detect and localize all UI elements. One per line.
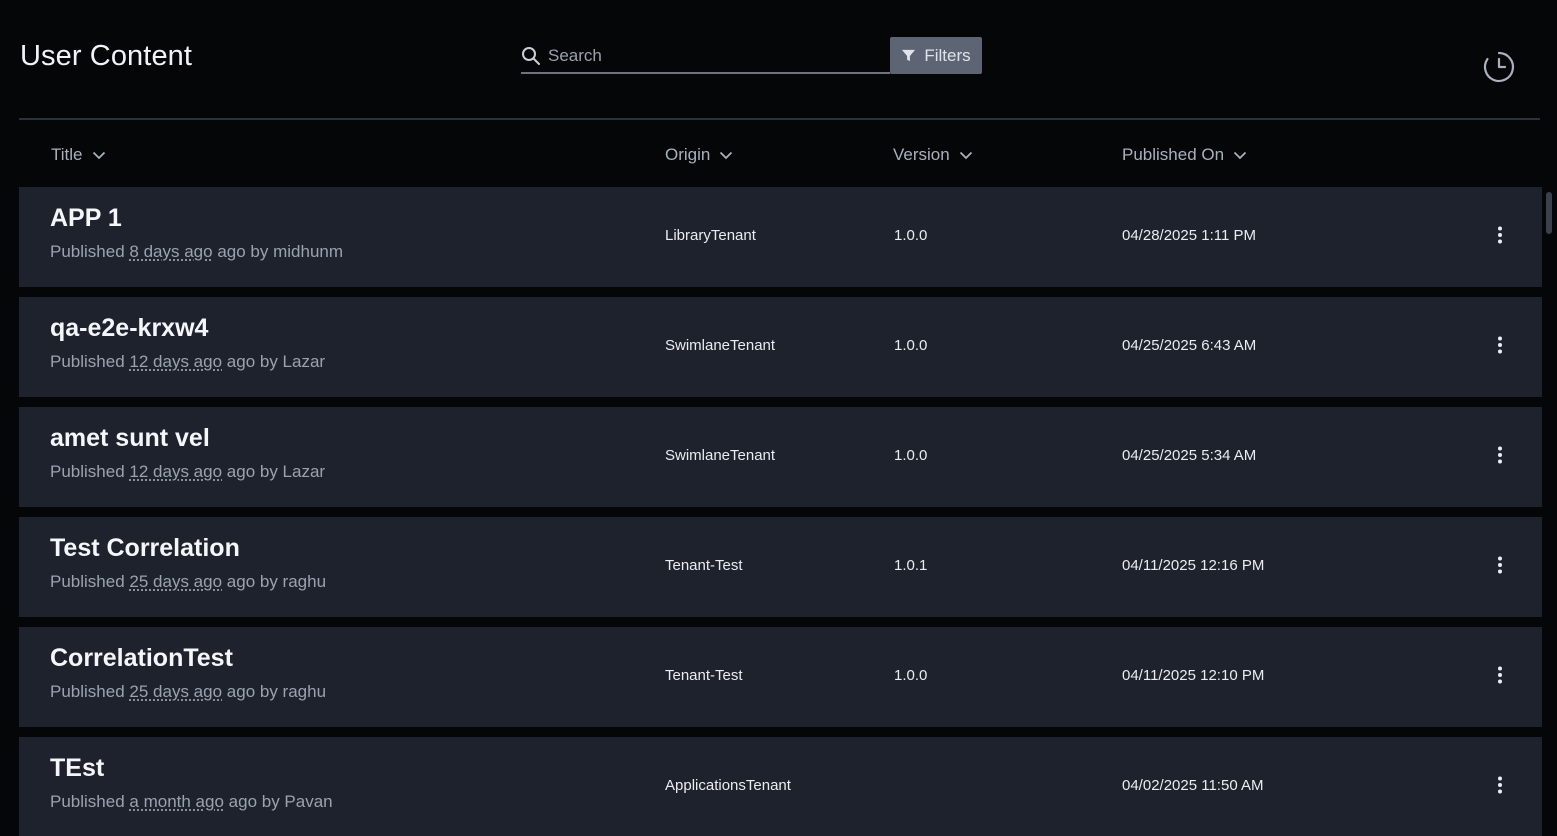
content-row[interactable]: TEst Published a month ago ago by Pavan … [19, 737, 1542, 836]
row-version: 1.0.0 [894, 227, 928, 244]
search-icon [522, 47, 540, 65]
more-vertical-icon [1498, 226, 1502, 244]
filters-button[interactable]: Filters [890, 37, 982, 74]
published-by: ago by Lazar [226, 462, 326, 481]
scrollbar-thumb[interactable] [1546, 192, 1552, 234]
row-origin: SwimlaneTenant [665, 447, 776, 464]
history-button[interactable] [1481, 49, 1517, 85]
user-content-page: User Content Filters Title Origin [0, 0, 1557, 836]
chevron-down-icon [720, 151, 733, 160]
row-origin: ApplicationsTenant [665, 777, 791, 794]
more-vertical-icon [1498, 666, 1502, 684]
published-prefix: Published [50, 242, 125, 261]
more-vertical-icon [1498, 556, 1502, 574]
content-row[interactable]: amet sunt vel Published 12 days ago ago … [19, 407, 1542, 507]
row-published-on: 04/25/2025 5:34 AM [1122, 447, 1257, 464]
published-prefix: Published [50, 682, 125, 701]
page-header: User Content Filters [0, 0, 1557, 118]
row-menu-button[interactable] [1489, 444, 1511, 466]
row-published-info: Published 25 days ago ago by raghu [50, 682, 326, 702]
search-box[interactable] [521, 40, 890, 74]
published-relative-time: 12 days ago [129, 352, 223, 371]
content-list: APP 1 Published 8 days ago ago by midhun… [19, 187, 1542, 836]
row-menu-button[interactable] [1489, 664, 1511, 686]
published-relative-time: 25 days ago [129, 682, 223, 701]
row-version: 1.0.1 [894, 557, 928, 574]
column-header-title[interactable]: Title [51, 143, 106, 167]
row-title[interactable]: APP 1 [50, 204, 122, 233]
row-published-info: Published 12 days ago ago by Lazar [50, 462, 325, 482]
column-header-version-label: Version [893, 145, 950, 164]
header-divider [19, 118, 1540, 120]
content-row[interactable]: CorrelationTest Published 25 days ago ag… [19, 627, 1542, 727]
row-title[interactable]: TEst [50, 754, 104, 783]
row-published-on: 04/11/2025 12:16 PM [1122, 557, 1265, 574]
chevron-down-icon [92, 151, 105, 160]
history-clock-icon [1483, 51, 1515, 83]
chevron-down-icon [959, 151, 972, 160]
row-version: 1.0.0 [894, 667, 928, 684]
row-published-info: Published 25 days ago ago by raghu [50, 572, 326, 592]
content-row[interactable]: qa-e2e-krxw4 Published 12 days ago ago b… [19, 297, 1542, 397]
column-header-published-on-label: Published On [1122, 145, 1225, 164]
row-title[interactable]: qa-e2e-krxw4 [50, 314, 208, 343]
column-header-origin[interactable]: Origin [665, 143, 733, 167]
published-by: ago by raghu [226, 682, 327, 701]
filter-icon [902, 49, 916, 62]
more-vertical-icon [1498, 446, 1502, 464]
row-title[interactable]: CorrelationTest [50, 644, 233, 673]
column-header-version[interactable]: Version [893, 143, 973, 167]
row-menu-button[interactable] [1489, 774, 1511, 796]
search-input[interactable] [548, 44, 878, 68]
published-prefix: Published [50, 572, 125, 591]
published-by: ago by midhunm [217, 242, 344, 261]
row-published-on: 04/02/2025 11:50 AM [1122, 777, 1264, 794]
row-origin: Tenant-Test [665, 667, 743, 684]
row-menu-button[interactable] [1489, 334, 1511, 356]
row-published-on: 04/25/2025 6:43 AM [1122, 337, 1257, 354]
more-vertical-icon [1498, 336, 1502, 354]
published-relative-time: a month ago [129, 792, 224, 811]
published-prefix: Published [50, 462, 125, 481]
published-by: ago by Lazar [226, 352, 326, 371]
row-menu-button[interactable] [1489, 554, 1511, 576]
published-prefix: Published [50, 792, 125, 811]
content-row[interactable]: APP 1 Published 8 days ago ago by midhun… [19, 187, 1542, 287]
row-origin: SwimlaneTenant [665, 337, 776, 354]
more-vertical-icon [1498, 776, 1502, 794]
content-row[interactable]: Test Correlation Published 25 days ago a… [19, 517, 1542, 617]
published-relative-time: 12 days ago [129, 462, 223, 481]
row-published-on: 04/28/2025 1:11 PM [1122, 227, 1256, 244]
row-menu-button[interactable] [1489, 224, 1511, 246]
filters-button-label: Filters [924, 45, 971, 65]
row-published-info: Published a month ago ago by Pavan [50, 792, 333, 812]
published-relative-time: 8 days ago [129, 242, 213, 261]
published-prefix: Published [50, 352, 125, 371]
column-header-published-on[interactable]: Published On [1122, 143, 1247, 167]
column-header-title-label: Title [51, 145, 83, 164]
published-by: ago by raghu [226, 572, 327, 591]
page-title: User Content [20, 40, 193, 72]
row-published-on: 04/11/2025 12:10 PM [1122, 667, 1265, 684]
column-header-origin-label: Origin [665, 145, 711, 164]
row-version: 1.0.0 [894, 337, 928, 354]
published-by: ago by Pavan [228, 792, 333, 811]
row-published-info: Published 8 days ago ago by midhunm [50, 242, 343, 262]
row-origin: LibraryTenant [665, 227, 756, 244]
row-origin: Tenant-Test [665, 557, 743, 574]
row-title[interactable]: amet sunt vel [50, 424, 210, 453]
chevron-down-icon [1233, 151, 1247, 160]
published-relative-time: 25 days ago [129, 572, 223, 591]
row-version: 1.0.0 [894, 447, 928, 464]
row-title[interactable]: Test Correlation [50, 534, 240, 563]
row-published-info: Published 12 days ago ago by Lazar [50, 352, 325, 372]
